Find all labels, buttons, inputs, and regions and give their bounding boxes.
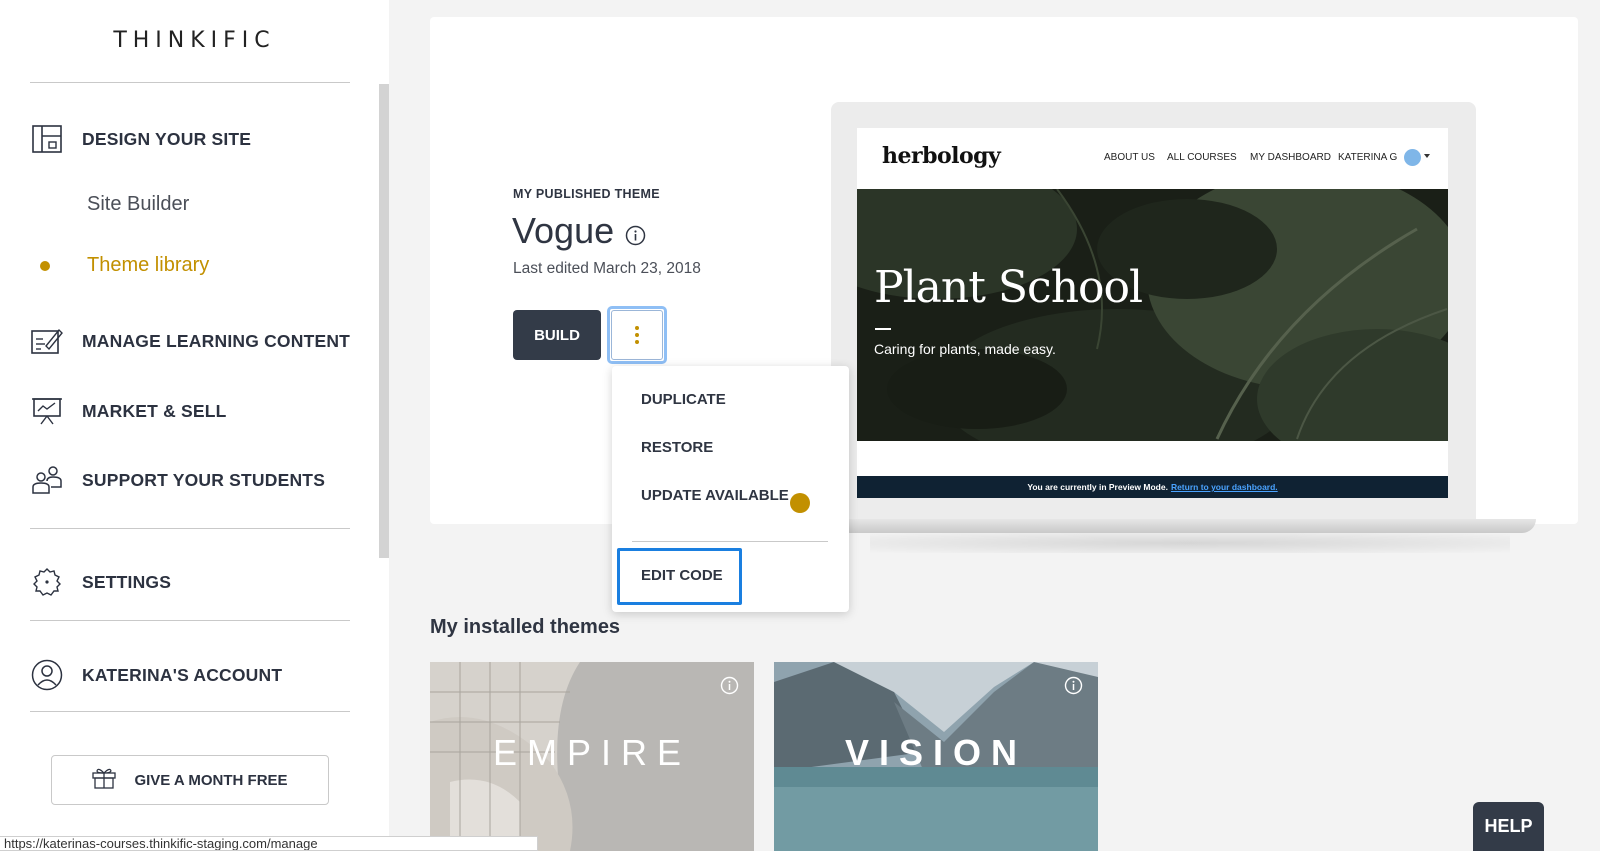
theme-card-title: EMPIRE <box>492 732 692 773</box>
more-options-button[interactable] <box>607 306 667 364</box>
theme-options-menu: DUPLICATE RESTORE UPDATE AVAILABLE EDIT … <box>612 366 849 612</box>
menu-item-duplicate[interactable]: DUPLICATE <box>641 391 726 408</box>
theme-name: Vogue <box>512 210 615 251</box>
help-button[interactable]: HELP <box>1473 802 1544 851</box>
nav-design-your-site[interactable]: DESIGN YOUR SITE <box>30 122 251 156</box>
nav-label: SUPPORT YOUR STUDENTS <box>82 469 326 490</box>
students-icon <box>30 463 64 497</box>
menu-item-update-available[interactable]: UPDATE AVAILABLE <box>641 487 789 504</box>
edit-board-icon <box>30 324 64 358</box>
sidebar-scrollbar[interactable] <box>379 84 389 558</box>
hero-underline <box>875 328 891 330</box>
preview-nav-courses: ALL COURSES <box>1167 152 1237 163</box>
laptop-shadow <box>870 533 1510 553</box>
menu-item-restore[interactable]: RESTORE <box>641 439 713 456</box>
sidebar: THINKIFIC DESIGN YOUR SITE Site Builder … <box>0 0 389 851</box>
caret-down-icon <box>1424 154 1430 158</box>
build-button[interactable]: BUILD <box>513 310 601 360</box>
nav-label: SETTINGS <box>82 571 172 592</box>
info-icon[interactable] <box>625 225 646 246</box>
gift-icon <box>92 767 117 794</box>
nav-label: MARKET & SELL <box>82 400 227 421</box>
theme-card-vision[interactable]: VISION <box>774 662 1098 851</box>
preview-notice: You are currently in Preview Mode. <box>1027 482 1168 492</box>
preview-nav-user: KATERINA G <box>1338 152 1398 163</box>
active-indicator-dot <box>40 261 50 271</box>
preview-hero-subtitle: Caring for plants, made easy. <box>874 341 1056 357</box>
give-month-free-button[interactable]: GIVE A MONTH FREE <box>51 755 329 805</box>
preview-header: herbology ABOUT US ALL COURSES MY DASHBO… <box>857 128 1448 189</box>
gift-button-label: GIVE A MONTH FREE <box>134 771 288 789</box>
installed-themes-heading: My installed themes <box>430 616 621 638</box>
info-icon[interactable] <box>1064 676 1083 695</box>
published-theme-caption: MY PUBLISHED THEME <box>513 187 660 201</box>
kebab-icon <box>611 310 663 360</box>
return-dashboard-link[interactable]: Return to your dashboard. <box>1171 482 1278 492</box>
preview-nav-about: ABOUT US <box>1104 152 1155 163</box>
sidebar-item-site-builder[interactable]: Site Builder <box>87 193 189 216</box>
divider <box>30 711 350 712</box>
theme-card-title: VISION <box>844 732 1028 773</box>
menu-item-edit-code[interactable]: EDIT CODE <box>641 567 723 584</box>
nav-label: KATERINA'S ACCOUNT <box>82 664 283 685</box>
update-badge-dot <box>790 493 810 513</box>
presentation-chart-icon <box>30 394 64 428</box>
preview-nav-dashboard: MY DASHBOARD <box>1250 152 1331 163</box>
preview-mode-bar: You are currently in Preview Mode. Retur… <box>857 476 1448 498</box>
nav-label: MANAGE LEARNING CONTENT <box>82 330 351 351</box>
layout-icon <box>30 122 64 156</box>
theme-card-empire[interactable]: EMPIRE <box>430 662 754 851</box>
nav-label: DESIGN YOUR SITE <box>82 128 252 149</box>
theme-preview-screen: herbology ABOUT US ALL COURSES MY DASHBO… <box>857 128 1448 498</box>
menu-divider <box>632 541 828 542</box>
preview-hero-title: Plant School <box>874 262 1143 313</box>
foliage-image <box>857 189 1448 441</box>
divider <box>30 528 350 529</box>
nav-market-and-sell[interactable]: MARKET & SELL <box>30 394 227 428</box>
last-edited-text: Last edited March 23, 2018 <box>513 260 701 277</box>
thinkific-logo[interactable]: THINKIFIC <box>0 28 389 53</box>
info-icon[interactable] <box>720 676 739 695</box>
gear-icon <box>30 565 64 599</box>
browser-status-url: https://katerinas-courses.thinkific-stag… <box>0 836 538 851</box>
user-circle-icon <box>30 658 64 692</box>
laptop-base <box>836 519 1536 533</box>
divider <box>30 620 350 621</box>
avatar <box>1404 149 1421 166</box>
divider <box>30 82 350 83</box>
nav-account[interactable]: KATERINA'S ACCOUNT <box>30 658 282 692</box>
nav-support-your-students[interactable]: SUPPORT YOUR STUDENTS <box>30 463 325 497</box>
nav-settings[interactable]: SETTINGS <box>30 565 171 599</box>
sidebar-item-theme-library[interactable]: Theme library <box>87 254 209 277</box>
preview-brand: herbology <box>882 143 1001 169</box>
preview-hero: Plant School Caring for plants, made eas… <box>857 189 1448 441</box>
nav-manage-learning-content[interactable]: MANAGE LEARNING CONTENT <box>30 324 350 358</box>
